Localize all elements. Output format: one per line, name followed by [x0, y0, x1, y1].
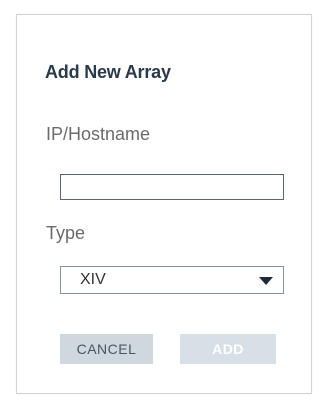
- dialog-title: Add New Array: [45, 62, 171, 82]
- ip-hostname-label: IP/Hostname: [46, 124, 151, 144]
- type-select-value: XIV: [80, 271, 106, 288]
- ip-hostname-input[interactable]: [60, 174, 284, 200]
- caret-down-icon: [259, 277, 273, 285]
- type-select[interactable]: XIV: [60, 266, 284, 294]
- add-button[interactable]: ADD: [180, 334, 276, 364]
- page: Add New Array IP/Hostname Type XIV CANCE…: [0, 0, 329, 410]
- cancel-button[interactable]: CANCEL: [60, 334, 153, 364]
- type-label: Type: [46, 223, 86, 243]
